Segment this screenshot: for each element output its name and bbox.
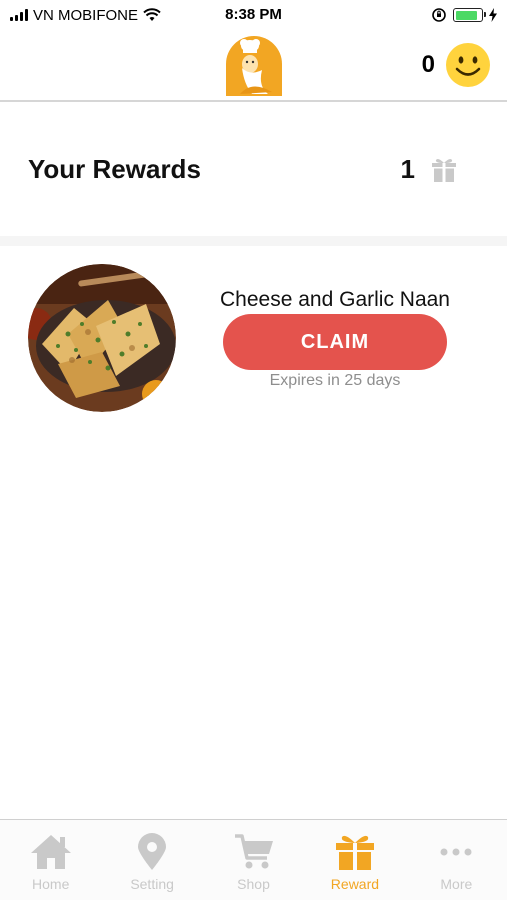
tab-setting[interactable]: Setting bbox=[101, 820, 202, 900]
location-pin-icon bbox=[138, 833, 167, 870]
tab-bar: Home Setting Shop Reward More bbox=[0, 819, 507, 900]
tab-reward-label: Reward bbox=[330, 876, 380, 892]
status-bar: VN MOBIFONE 8:38 PM bbox=[0, 0, 507, 30]
home-icon bbox=[30, 835, 71, 869]
tab-home-label: Home bbox=[32, 876, 70, 892]
section-divider bbox=[0, 236, 507, 246]
tab-more[interactable]: More bbox=[406, 820, 507, 900]
naan-bread-photo bbox=[28, 264, 176, 412]
orientation-lock-icon bbox=[432, 8, 446, 22]
battery-level bbox=[455, 10, 477, 20]
points-indicator[interactable]: 0 bbox=[422, 42, 491, 88]
reward-expiry: Expires in 25 days bbox=[269, 372, 401, 389]
smiley-face-icon bbox=[446, 43, 490, 87]
rewards-title: Your Rewards bbox=[28, 154, 201, 184]
tab-shop-label: Shop bbox=[237, 876, 270, 892]
more-dots-icon bbox=[440, 848, 472, 856]
tab-more-label: More bbox=[440, 876, 473, 892]
gift-icon bbox=[335, 835, 374, 870]
tab-shop[interactable]: Shop bbox=[203, 820, 304, 900]
battery-icon bbox=[453, 8, 486, 22]
rewards-count: 1 bbox=[400, 154, 415, 184]
rewards-header: Your Rewards 1 bbox=[0, 102, 507, 236]
reward-card: Cheese and Garlic Naan CLAIM Expires in … bbox=[0, 246, 507, 426]
points-count: 0 bbox=[421, 51, 435, 78]
charging-bolt-icon bbox=[489, 8, 497, 22]
claim-button[interactable]: CLAIM bbox=[223, 314, 447, 370]
tab-setting-label: Setting bbox=[130, 876, 174, 892]
status-right bbox=[431, 6, 497, 24]
tab-reward[interactable]: Reward bbox=[304, 820, 405, 900]
app-header: 0 bbox=[0, 30, 507, 102]
cart-icon bbox=[234, 834, 273, 869]
chef-logo-icon[interactable] bbox=[222, 34, 286, 96]
reward-name: Cheese and Garlic Naan bbox=[220, 288, 450, 311]
tab-home[interactable]: Home bbox=[0, 820, 101, 900]
gift-icon bbox=[432, 159, 456, 182]
